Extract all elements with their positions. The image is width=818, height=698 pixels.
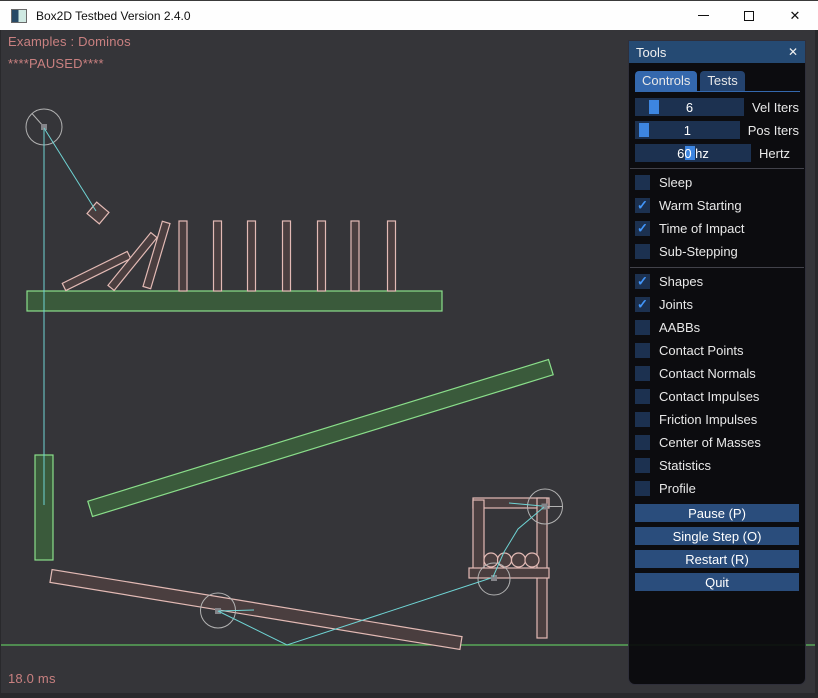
checkbox-friction-impulses[interactable]: ✓ [635,412,650,427]
paused-indicator: ****PAUSED**** [8,56,104,71]
button-restart-r[interactable]: Restart (R) [635,550,799,568]
app-window: Box2D Testbed Version 2.4.0 ✕ [0,0,818,698]
checkbox-aabbs[interactable]: ✓ [635,320,650,335]
separator [630,267,804,268]
checkbox-row-warm-starting[interactable]: ✓ Warm Starting [635,198,799,213]
checkbox-profile[interactable]: ✓ [635,481,650,496]
checkbox-row-contact-normals[interactable]: ✓ Contact Normals [635,366,799,381]
checkbox-label: Friction Impulses [659,412,757,427]
checkmark-icon: ✓ [637,222,648,235]
frame-time: 18.0 ms [8,671,56,686]
window-title: Box2D Testbed Version 2.4.0 [36,9,191,23]
frame-structure [469,498,549,638]
checkbox-center-of-masses[interactable]: ✓ [635,435,650,450]
slider-label: Pos Iters [748,123,799,138]
slider-value: 6 [635,98,744,116]
os-titlebar[interactable]: Box2D Testbed Version 2.4.0 ✕ [0,0,818,30]
checkbox-label: Statistics [659,458,711,473]
checkbox-label: Time of Impact [659,221,744,236]
slider-value: 1 [635,121,740,139]
checkbox-row-contact-points[interactable]: ✓ Contact Points [635,343,799,358]
slider-label: Vel Iters [752,100,799,115]
angled-plank [88,359,553,516]
checkbox-row-profile[interactable]: ✓ Profile [635,481,799,496]
slider-label: Hertz [759,146,790,161]
checkbox-sleep[interactable]: ✓ [635,175,650,190]
button-quit[interactable]: Quit [635,573,799,591]
checkmark-icon: ✓ [637,298,648,311]
slider-pos-iters[interactable]: 1 [635,121,740,139]
checkbox-contact-points[interactable]: ✓ [635,343,650,358]
tools-panel: Tools ✕ ControlsTests 6 Vel Iters 1 Pos Ite… [628,40,806,685]
tools-tabbar: ControlsTests [635,71,800,92]
tools-panel-title: Tools [636,45,666,60]
checkbox-warm-starting[interactable]: ✓ [635,198,650,213]
checkbox-row-joints[interactable]: ✓ Joints [635,297,799,312]
small-balls [484,553,539,567]
checkbox-row-contact-impulses[interactable]: ✓ Contact Impulses [635,389,799,404]
checkbox-label: Joints [659,297,693,312]
close-icon: ✕ [790,9,801,22]
minimize-icon [698,15,709,16]
checkbox-label: Sub-Stepping [659,244,738,259]
app-icon [11,9,27,23]
slider-vel-iters[interactable]: 6 [635,98,744,116]
action-buttons: Pause (P) Single Step (O) Restart (R) Quit [635,504,799,591]
button-pause-p[interactable]: Pause (P) [635,504,799,522]
checkmark-icon: ✓ [637,275,648,288]
checkbox-shapes[interactable]: ✓ [635,274,650,289]
tools-panel-close-icon[interactable]: ✕ [788,45,798,59]
checkbox-row-sub-stepping[interactable]: ✓ Sub-Stepping [635,244,799,259]
solver-sliders: 6 Vel Iters 1 Pos Iters 60 hz Hertz [635,98,799,162]
maximize-button[interactable] [726,1,772,30]
checkbox-row-friction-impulses[interactable]: ✓ Friction Impulses [635,412,799,427]
fallen-dominos [62,221,170,290]
platform-shelf [27,291,442,311]
checkbox-sub-stepping[interactable]: ✓ [635,244,650,259]
tools-panel-titlebar[interactable]: Tools ✕ [629,41,805,63]
solver-checkboxes: ✓ Sleep ✓ Warm Starting ✓ Time of Impact ✓ Sub-… [635,175,799,259]
maximize-icon [744,11,754,21]
draw-checkboxes: ✓ Shapes ✓ Joints ✓ AABBs ✓ Contact Points ✓ Cont… [635,274,799,496]
checkbox-label: Sleep [659,175,692,190]
checkmark-icon: ✓ [637,199,648,212]
checkbox-row-sleep[interactable]: ✓ Sleep [635,175,799,190]
standing-dominos [179,221,396,291]
example-title: Examples : Dominos [8,34,131,49]
slider-row-vel-iters: 6 Vel Iters [635,98,799,116]
checkbox-row-aabbs[interactable]: ✓ AABBs [635,320,799,335]
checkbox-row-center-of-masses[interactable]: ✓ Center of Masses [635,435,799,450]
checkbox-contact-impulses[interactable]: ✓ [635,389,650,404]
pendulum-box [87,202,109,224]
checkbox-label: Contact Impulses [659,389,759,404]
checkbox-label: AABBs [659,320,700,335]
slider-row-hertz: 60 hz Hertz [635,144,799,162]
checkbox-time-of-impact[interactable]: ✓ [635,221,650,236]
slider-hertz[interactable]: 60 hz [635,144,751,162]
checkbox-label: Profile [659,481,696,496]
checkbox-row-shapes[interactable]: ✓ Shapes [635,274,799,289]
checkbox-row-time-of-impact[interactable]: ✓ Time of Impact [635,221,799,236]
checkbox-row-statistics[interactable]: ✓ Statistics [635,458,799,473]
separator [630,168,804,169]
checkbox-label: Contact Normals [659,366,756,381]
seesaw-plank [50,570,462,650]
checkbox-label: Contact Points [659,343,744,358]
physics-viewport: Examples : Dominos ****PAUSED**** 18.0 m… [1,30,815,693]
checkbox-contact-normals[interactable]: ✓ [635,366,650,381]
window-controls: ✕ [680,1,818,30]
slider-value: 60 hz [635,144,751,162]
checkbox-joints[interactable]: ✓ [635,297,650,312]
tab-tests[interactable]: Tests [700,71,744,91]
checkbox-label: Shapes [659,274,703,289]
checkbox-label: Center of Masses [659,435,761,450]
minimize-button[interactable] [680,1,726,30]
tab-controls[interactable]: Controls [635,71,697,91]
close-button[interactable]: ✕ [772,1,818,30]
checkbox-label: Warm Starting [659,198,742,213]
button-single-step-o[interactable]: Single Step (O) [635,527,799,545]
checkbox-statistics[interactable]: ✓ [635,458,650,473]
slider-row-pos-iters: 1 Pos Iters [635,121,799,139]
